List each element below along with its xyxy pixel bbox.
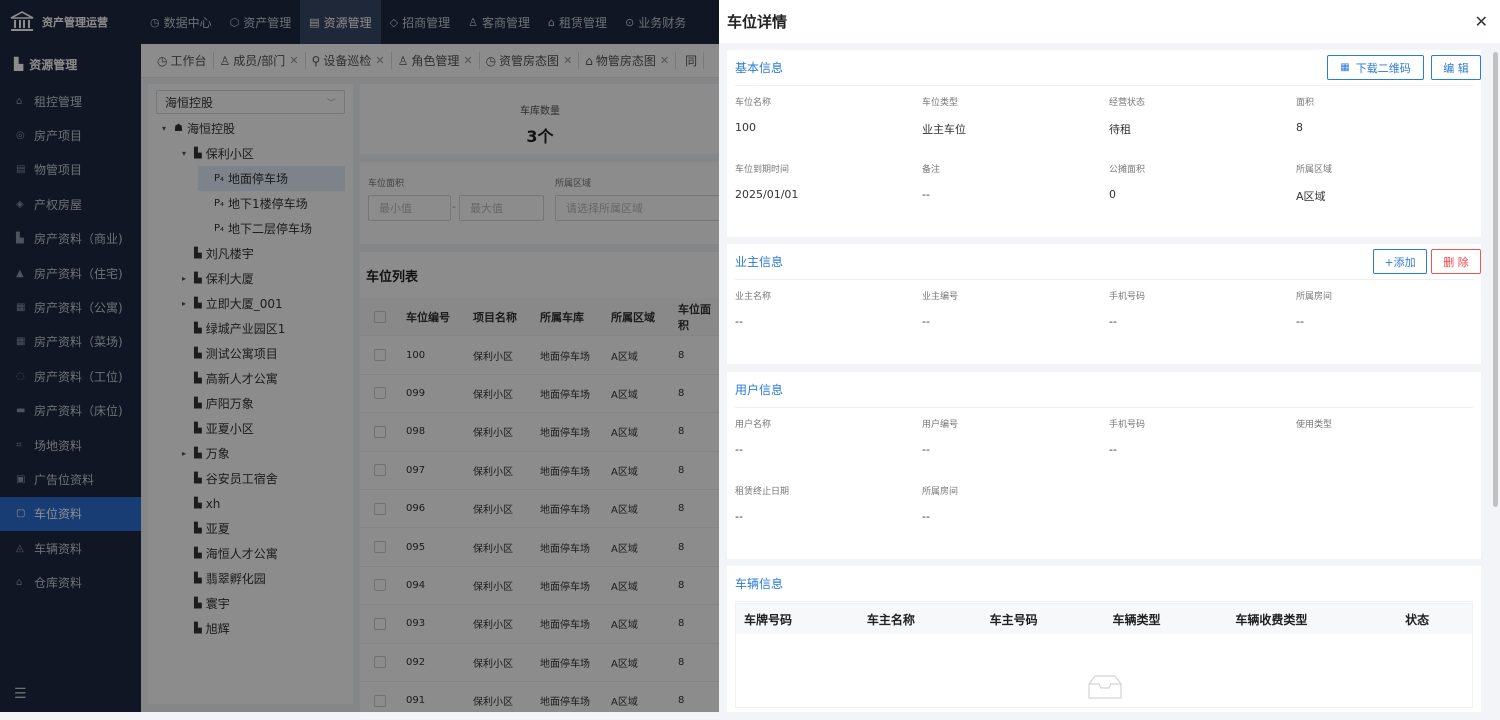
owner-info-card: 业主信息 +添加 删 除 业主名称 -- 业主编号 -- 手机号码 -- 所属房间 -- [727,244,1481,364]
field-value: -- [1109,315,1117,328]
edit-button[interactable]: 编 辑 [1431,55,1481,80]
download-qr-label: 下载二维码 [1355,61,1411,75]
field-label: 公摊面积 [1109,165,1146,175]
drawer-scrollbar[interactable] [1493,52,1498,507]
field-label: 面积 [1296,98,1315,108]
vehicle-table: 车牌号码 车主名称 车主号码 车辆类型 车辆收费类型 状态 [735,603,1473,708]
download-qr-button[interactable]: ▦ 下载二维码 [1327,55,1424,80]
owner-info-title: 业主信息 [735,244,1473,280]
field-label: 所属房间 [1296,292,1333,302]
drawer-title: 车位详情 [719,0,1500,43]
field-value: -- [922,510,930,523]
field-label: 所属房间 [922,487,959,497]
field-value: 待租 [1109,123,1131,136]
field-value: -- [735,315,743,328]
field-value: 8 [1296,121,1303,134]
field-value: 100 [735,121,756,134]
field-value: 业主车位 [922,123,966,136]
delete-owner-button[interactable]: 删 除 [1431,249,1481,274]
add-owner-button[interactable]: +添加 [1373,249,1427,274]
field-value: -- [735,443,743,456]
vehicle-column-header: 车主号码 [989,612,1038,627]
vehicle-info-title: 车辆信息 [735,566,1473,602]
vehicle-column-header: 车牌号码 [744,612,793,627]
field-label: 经营状态 [1109,98,1146,108]
field-value: -- [1296,315,1304,328]
field-value: -- [922,315,930,328]
empty-box-icon [1088,675,1122,699]
vehicle-column-header: 车辆类型 [1112,612,1161,627]
vehicle-info-card: 车辆信息 车牌号码 车主名称 车主号码 车辆类型 车辆收费类型 状态 [727,566,1481,712]
field-value: -- [735,510,743,523]
field-label: 车位名称 [735,98,772,108]
field-value: -- [1109,443,1117,456]
close-icon[interactable]: ✕ [1475,12,1488,31]
parking-detail-drawer: 车位详情 ✕ 基本信息 ▦ 下载二维码 编 辑 车位名称 100 车位类型 业主车位经… [719,0,1500,712]
basic-info-card: 基本信息 ▦ 下载二维码 编 辑 车位名称 100 车位类型 业主车位 经营状态 待租 面积… [727,50,1481,237]
field-value: -- [922,188,930,201]
field-label: 使用类型 [1296,420,1333,430]
field-value: 0 [1109,188,1116,201]
qrcode-icon: ▦ [1340,62,1350,73]
user-info-title: 用户信息 [735,372,1473,408]
field-label: 车位到期时间 [735,165,790,175]
vehicle-table-header: 车牌号码 车主名称 车主号码 车辆类型 车辆收费类型 状态 [736,604,1472,634]
field-label: 业主名称 [735,292,772,302]
vehicle-column-header: 车主名称 [866,612,915,627]
field-label: 手机号码 [1109,420,1146,430]
field-label: 业主编号 [922,292,959,302]
vehicle-column-header: 状态 [1405,612,1430,627]
field-label: 用户名称 [735,420,772,430]
field-label: 备注 [922,165,941,175]
field-label: 租赁终止日期 [735,487,790,497]
modal-overlay[interactable] [0,0,720,712]
field-label: 车位类型 [922,98,959,108]
field-value: -- [922,443,930,456]
field-label: 用户编号 [922,420,959,430]
field-label: 手机号码 [1109,292,1146,302]
vehicle-column-header: 车辆收费类型 [1235,612,1308,627]
field-value: A区域 [1296,190,1326,203]
field-label: 所属区域 [1296,165,1333,175]
user-info-card: 用户信息 用户名称 -- 用户编号 -- 手机号码 -- 使用类型租赁终止日期 -- 所属房间 -… [727,372,1481,559]
field-value: 2025/01/01 [735,188,799,201]
